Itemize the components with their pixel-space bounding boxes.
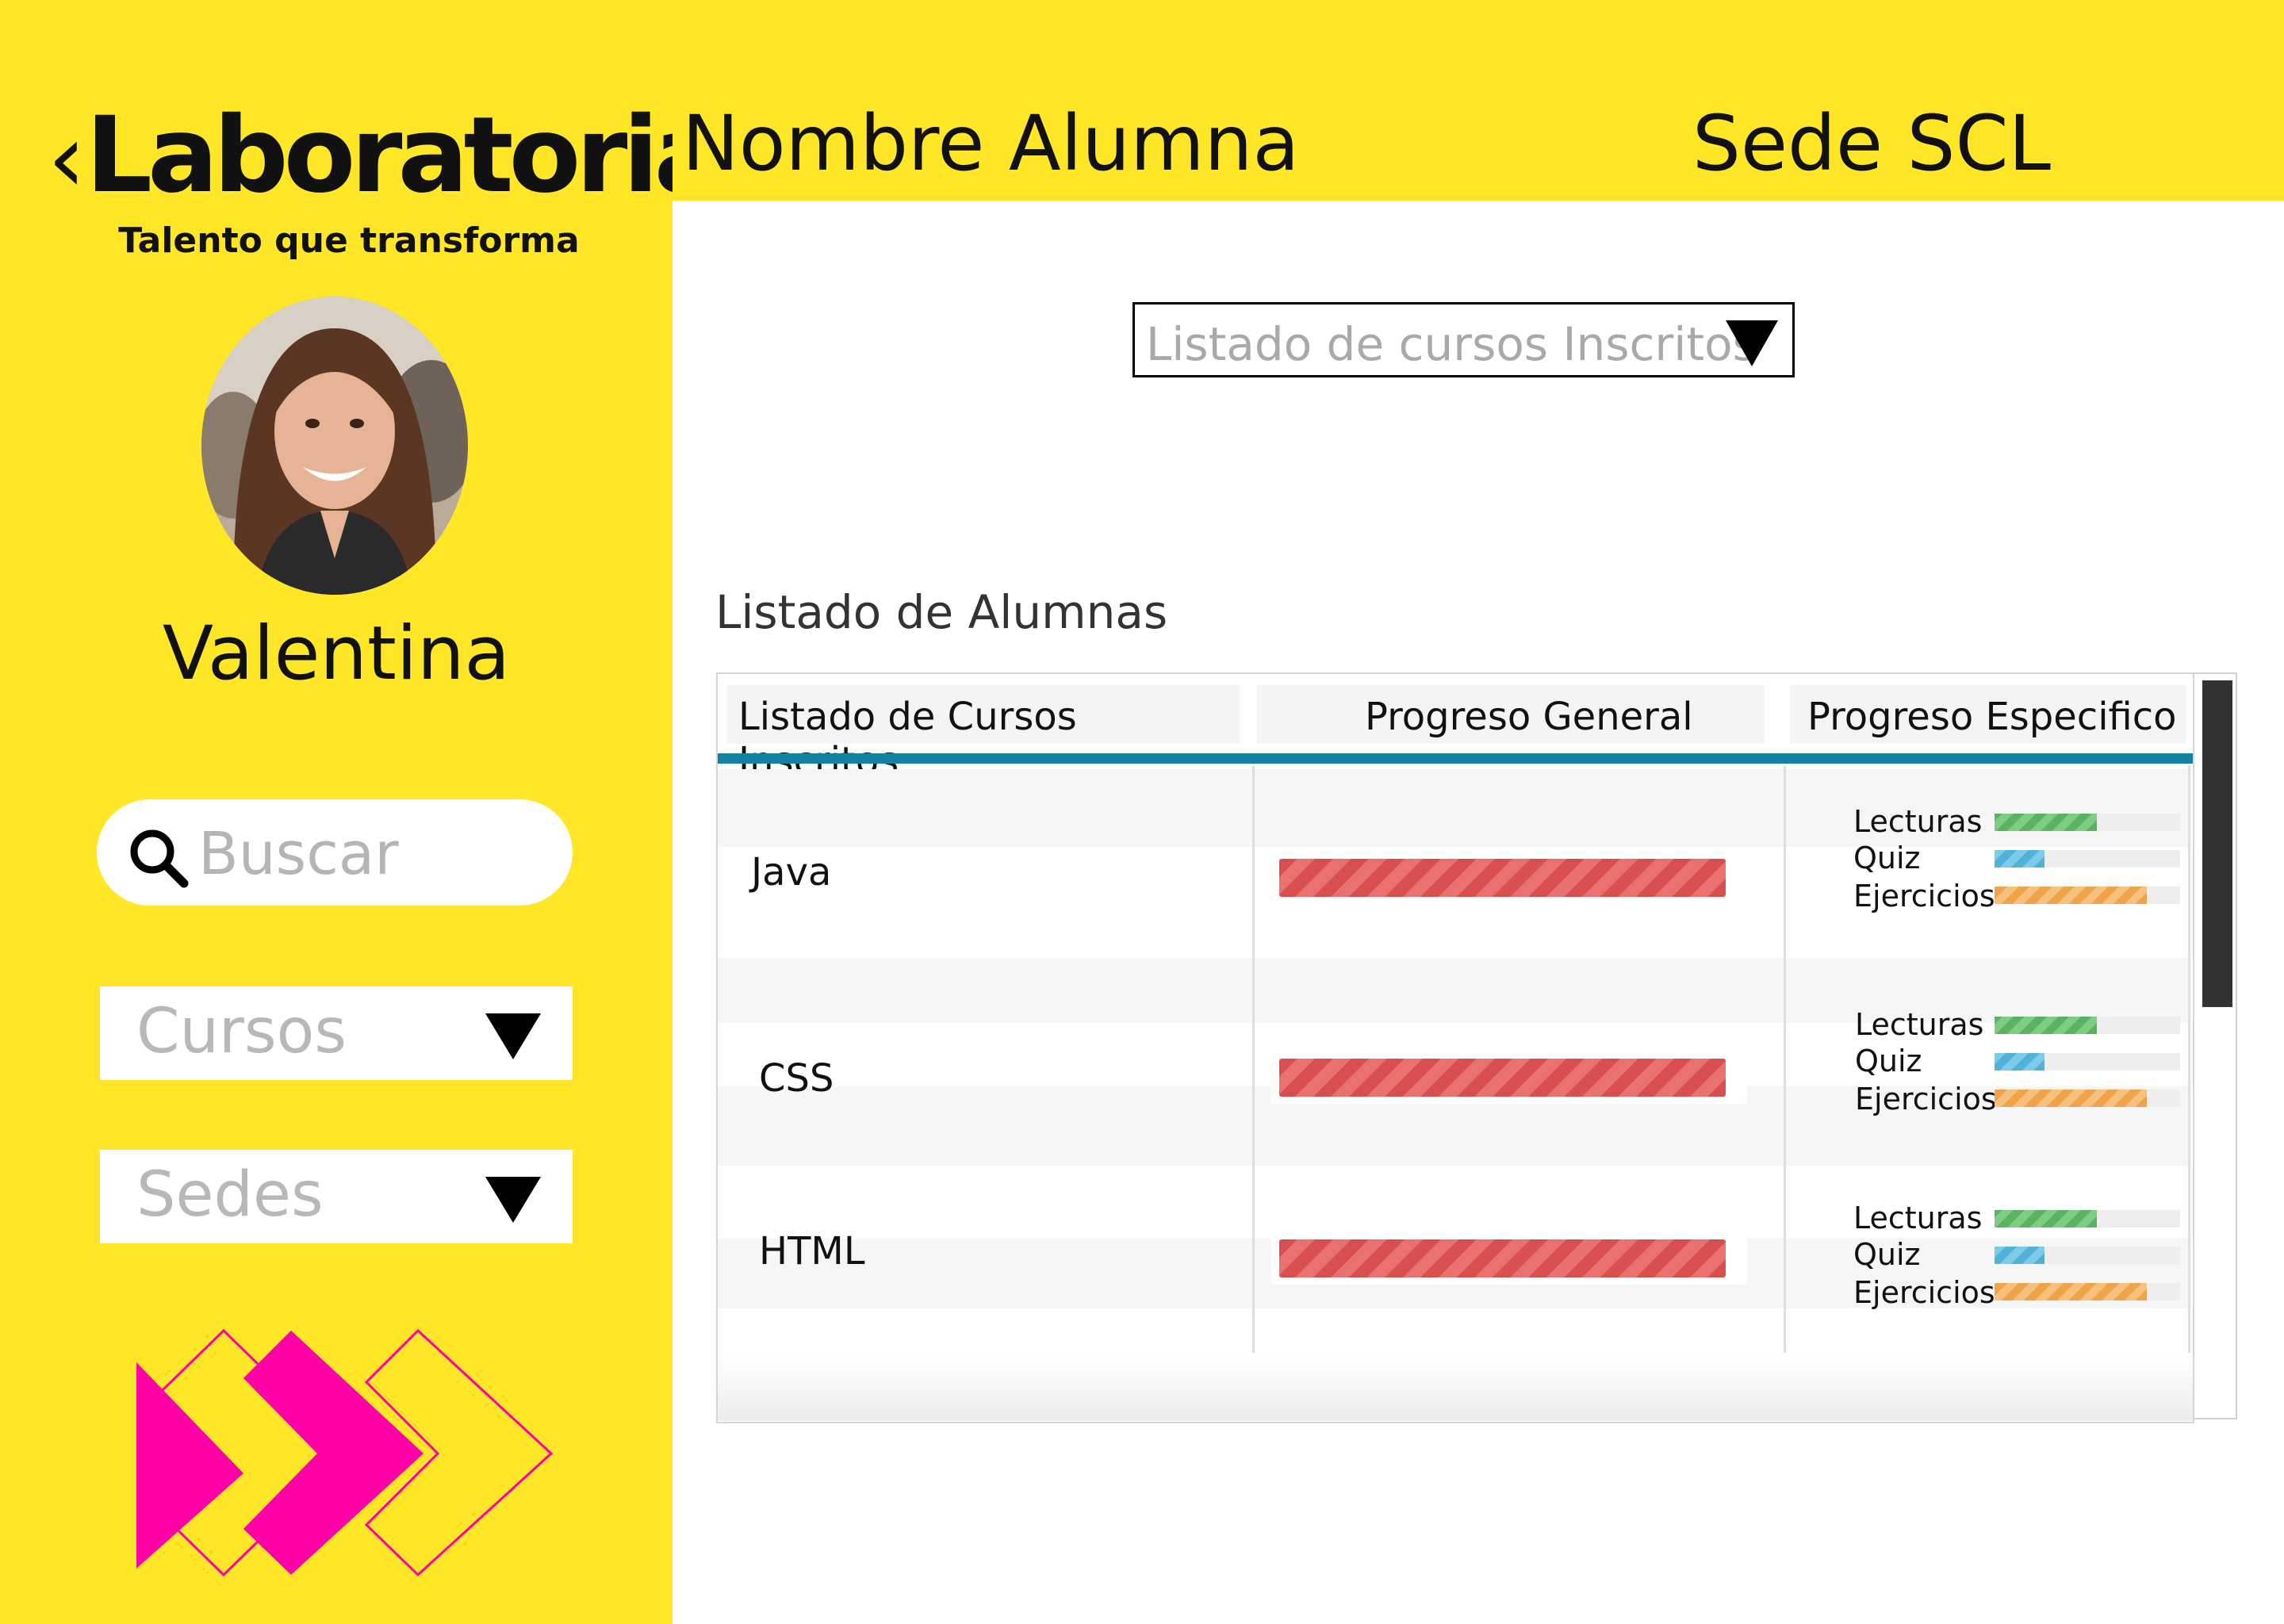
sedes-dropdown[interactable]: Sedes [100,1150,573,1243]
column-divider [1252,766,1255,1353]
course-select-label: Listado de cursos Inscritos [1146,317,1757,371]
column-header-general-progress[interactable]: Progreso General [1257,685,1765,744]
header-rule [718,753,2193,764]
chevron-down-icon [485,1013,541,1059]
sedes-dropdown-label: Sedes [136,1159,324,1231]
chevron-arrows-decoration [136,1328,554,1577]
general-progress-bar [1279,1239,1726,1277]
ejercicios-bar [1995,1090,2147,1107]
courses-dropdown[interactable]: Cursos [100,986,573,1080]
search-box[interactable] [97,799,573,906]
quiz-bar [1995,850,2044,868]
logo-tagline: Talento que transforma [118,220,580,261]
column-divider [2188,766,2190,1353]
course-name: Java [751,850,832,894]
lecturas-label: Lecturas [1855,1007,1984,1042]
general-progress-bar [1279,1059,1726,1097]
scrollbar-thumb[interactable] [2202,680,2232,1007]
quiz-bar [1995,1053,2044,1071]
courses-dropdown-label: Cursos [136,996,347,1067]
general-progress-track [1271,852,1747,904]
ejercicios-label: Ejercicios [1853,879,1995,914]
sidebar: ‹Laboratoria› Talento que transforma Val… [0,0,758,1624]
column-divider [1784,766,1786,1353]
lecturas-track [1995,1017,2180,1034]
quiz-track [1995,850,2180,868]
lecturas-track [1995,814,2180,831]
table-footer [718,1356,2193,1421]
logo-wordmark: Laboratoria [86,94,725,216]
avatar-photo [201,297,468,595]
column-header-specific-progress[interactable]: Progreso Especifico [1790,685,2186,744]
lecturas-bar [1995,814,2097,831]
quiz-bar [1995,1247,2044,1264]
students-list-title: Listado de Alumnas [715,585,1168,639]
ejercicios-label: Ejercicios [1853,1275,1995,1310]
chevron-down-icon [1726,320,1778,366]
ejercicios-track [1995,887,2180,904]
ejercicios-bar [1995,1283,2147,1300]
lecturas-label: Lecturas [1853,804,1983,839]
general-progress-bar [1279,859,1726,897]
lecturas-bar [1995,1017,2097,1034]
quiz-label: Quiz [1855,1044,1922,1078]
course-name: HTML [759,1229,865,1274]
ejercicios-track [1995,1090,2180,1107]
student-name: Valentina [162,611,511,697]
ejercicios-bar [1995,887,2147,904]
student-name-header: Nombre Alumna [682,99,1300,188]
logo-left-bracket: ‹ [48,104,86,214]
quiz-track [1995,1053,2180,1071]
column-header-courses[interactable]: Listado de Cursos Inscritos [727,685,1240,783]
quiz-label: Quiz [1853,841,1921,875]
avatar [201,297,468,595]
lecturas-label: Lecturas [1853,1201,1983,1235]
general-progress-track [1271,1232,1747,1285]
search-icon [130,829,189,888]
general-progress-track [1271,1051,1747,1104]
course-name: CSS [759,1056,834,1101]
ejercicios-track [1995,1283,2180,1300]
search-input[interactable] [197,814,549,894]
sede-header: Sede SCL [1692,99,2051,188]
laboratoria-logo: ‹Laboratoria› Talento que transforma [48,103,758,261]
courses-table: Listado de Cursos Inscritos Progreso Gen… [716,672,2194,1423]
lecturas-track [1995,1210,2180,1228]
lecturas-bar [1995,1210,2097,1228]
quiz-track [1995,1247,2180,1264]
chevron-down-icon [485,1177,541,1223]
ejercicios-label: Ejercicios [1855,1082,1997,1116]
quiz-label: Quiz [1853,1237,1921,1272]
table-scrollbar[interactable] [2194,672,2237,1419]
course-select[interactable]: Listado de cursos Inscritos [1132,302,1795,377]
